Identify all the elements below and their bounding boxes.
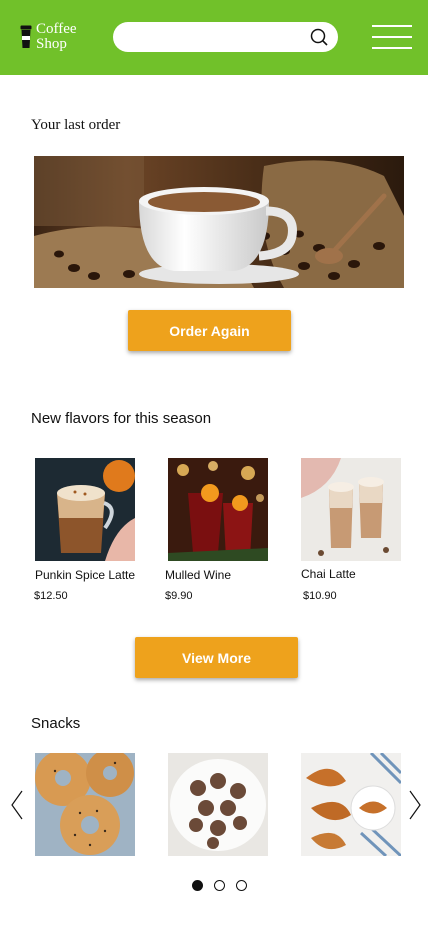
order-again-button[interactable]: Order Again bbox=[128, 310, 291, 351]
chevron-left-icon[interactable] bbox=[10, 790, 24, 820]
item-price: $10.90 bbox=[303, 590, 337, 602]
item-price: $9.90 bbox=[165, 590, 193, 602]
logo-text-line1: Coffee bbox=[36, 21, 77, 37]
item-name: Punkin Spice Latte bbox=[35, 568, 136, 582]
pumpkin-spice-latte-image[interactable] bbox=[35, 458, 135, 561]
logo-text: Coffee Shop bbox=[36, 22, 77, 52]
pagination-dot-3[interactable] bbox=[236, 880, 247, 891]
logo[interactable]: Coffee Shop bbox=[20, 22, 77, 52]
pagination-dot-1[interactable] bbox=[192, 880, 203, 891]
item-name: Chai Latte bbox=[301, 567, 356, 581]
chai-latte-image[interactable] bbox=[301, 458, 401, 561]
item-name: Mulled Wine bbox=[165, 568, 232, 582]
search-icon[interactable] bbox=[310, 28, 328, 46]
bagels-image[interactable] bbox=[35, 753, 135, 856]
new-flavors-title: New flavors for this season bbox=[31, 410, 212, 427]
mulled-wine-image[interactable] bbox=[168, 458, 268, 561]
croissants-image[interactable] bbox=[301, 753, 401, 856]
energy-balls-image[interactable] bbox=[168, 753, 268, 856]
logo-text-line2: Shop bbox=[36, 36, 67, 52]
pagination-dot-2[interactable] bbox=[214, 880, 225, 891]
app-header: Coffee Shop bbox=[0, 0, 428, 75]
view-more-button[interactable]: View More bbox=[135, 637, 298, 678]
item-price: $12.50 bbox=[34, 590, 68, 602]
last-order-image bbox=[34, 156, 404, 288]
chevron-right-icon[interactable] bbox=[408, 790, 422, 820]
search-input[interactable] bbox=[125, 27, 305, 47]
last-order-title: Your last order bbox=[31, 117, 121, 133]
search-bar[interactable] bbox=[113, 22, 338, 52]
snacks-title: Snacks bbox=[31, 715, 81, 732]
coffee-cup-icon bbox=[20, 25, 32, 48]
hamburger-menu-icon[interactable] bbox=[372, 25, 412, 49]
